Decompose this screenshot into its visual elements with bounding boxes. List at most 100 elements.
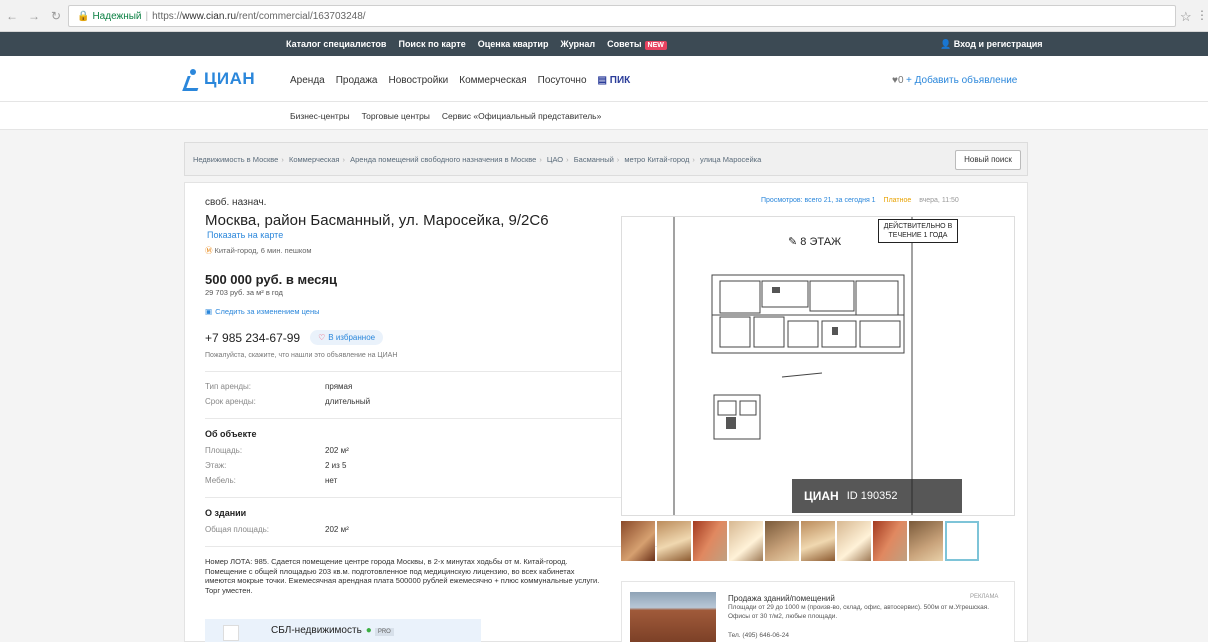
prop-value: 202 м² <box>325 446 349 455</box>
metro-label[interactable]: Китай-город, 6 мин. пешком <box>215 246 312 255</box>
views-stats[interactable]: Просмотров: всего 21, за сегодня 1 <box>761 197 876 204</box>
breadcrumb-item[interactable]: Коммерческая <box>289 155 340 164</box>
nav-pik[interactable]: ▤ ПИК <box>598 75 631 86</box>
breadcrumb-item[interactable]: Недвижимость в Москве <box>193 155 278 164</box>
breadcrumb-separator: › <box>692 155 695 164</box>
advertisement[interactable]: Продажа зданий/помещений Площади от 29 д… <box>621 581 1015 642</box>
prop-row: Тип аренды: прямая <box>205 382 605 391</box>
prop-value: 202 м² <box>325 525 349 534</box>
prop-row: Площадь: 202 м² <box>205 446 605 455</box>
prop-value: прямая <box>325 382 353 391</box>
photo-thumbnail-active[interactable] <box>945 521 979 561</box>
photo-thumbnail[interactable] <box>837 521 871 561</box>
cian-logo[interactable]: ЦИАН <box>184 69 255 89</box>
main-photo-floorplan[interactable]: ✎ 8 ЭТАЖ ДЕЙСТВИТЕЛЬНО В ТЕЧЕНИЕ 1 ГОДА … <box>621 216 1015 516</box>
reload-icon[interactable]: ↻ <box>50 9 62 23</box>
top-link-valuation[interactable]: Оценка квартир <box>478 39 549 49</box>
address-separator: | <box>145 11 149 22</box>
nav-commercial[interactable]: Коммерческая <box>459 75 526 86</box>
lock-icon: 🔒 <box>77 11 90 22</box>
sub-nav: Бизнес-центры Торговые центры Сервис «Оф… <box>0 102 1208 130</box>
object-section-title: Об объекте <box>205 429 257 439</box>
address-bar[interactable]: 🔒 Надежный | https://www.cian.ru/rent/comme… <box>68 5 1176 27</box>
prop-key: Мебель: <box>205 476 236 485</box>
prop-value: длительный <box>325 397 371 406</box>
ad-image <box>630 592 716 642</box>
cian-watermark: ЦИАН ID 190352 <box>792 479 962 513</box>
ad-phone: Тел. (495) 646-06-24 <box>728 632 790 639</box>
photo-thumbnail[interactable] <box>729 521 763 561</box>
divider <box>205 418 675 419</box>
validity-note: ДЕЙСТВИТЕЛЬНО В ТЕЧЕНИЕ 1 ГОДА <box>878 219 958 243</box>
nav-rent[interactable]: Аренда <box>290 75 325 86</box>
metro-info: Ⓜ Китай-город, 6 мин. пешком <box>205 245 605 256</box>
nav-new-buildings[interactable]: Новостройки <box>388 75 448 86</box>
sub-nav-official-rep[interactable]: Сервис «Официальный представитель» <box>442 111 601 121</box>
breadcrumb-item[interactable]: улица Маросейка <box>700 155 761 164</box>
login-label: Вход и регистрация <box>953 39 1043 49</box>
divider <box>205 371 675 372</box>
paid-badge: Платное <box>883 197 912 204</box>
photo-thumbnail[interactable] <box>765 521 799 561</box>
price-per-m2: 29 703 руб. за м² в год <box>205 288 283 297</box>
bookmark-star-icon[interactable]: ☆ <box>1180 9 1192 25</box>
prop-key: Общая площадь: <box>205 525 270 534</box>
breadcrumb-item[interactable]: Аренда помещений свободного назначения в… <box>350 155 536 164</box>
agent-card[interactable]: СБЛ-недвижимость ● PRO <box>205 619 481 642</box>
top-links: Каталог специалистов Поиск по карте Оцен… <box>286 39 667 50</box>
prop-row: Срок аренды: длительный <box>205 397 605 406</box>
prop-row: Общая площадь: 202 м² <box>205 525 605 534</box>
offer-address: Москва, район Басманный, ул. Маросейка, … <box>205 212 549 229</box>
track-price-label: Следить за изменением цены <box>215 307 320 316</box>
offer-date: вчера, 11:50 <box>919 197 959 204</box>
offer-description: Номер ЛОТА: 985. Сдается помещение центр… <box>205 557 600 595</box>
photo-thumbnail[interactable] <box>657 521 691 561</box>
track-price-link[interactable]: ▣ Следить за изменением цены <box>205 307 605 316</box>
prop-key: Тип аренды: <box>205 382 251 391</box>
photo-thumbnail[interactable] <box>873 521 907 561</box>
offer-type: своб. назнач. <box>205 197 267 208</box>
breadcrumb-item[interactable]: Басманный <box>574 155 614 164</box>
sub-nav-links: Бизнес-центры Торговые центры Сервис «Оф… <box>290 111 601 121</box>
breadcrumb-separator: › <box>281 155 284 164</box>
prop-key: Этаж: <box>205 461 227 470</box>
prop-value: нет <box>325 476 338 485</box>
favorites-counter[interactable]: ♥0 <box>892 75 904 86</box>
pro-badge: PRO <box>374 628 394 636</box>
top-link-catalog[interactable]: Каталог специалистов <box>286 39 386 49</box>
floor-label-text: 8 ЭТАЖ <box>800 236 842 248</box>
cian-logo-text: ЦИАН <box>204 69 256 88</box>
browser-menu-icon[interactable]: ⋮ <box>1196 8 1208 22</box>
add-listing-link[interactable]: + Добавить объявление <box>906 75 1017 86</box>
photo-thumbnail[interactable] <box>801 521 835 561</box>
heart-icon: ♡ <box>318 333 326 342</box>
nav-sale[interactable]: Продажа <box>336 75 378 86</box>
nav-daily[interactable]: Посуточно <box>538 75 587 86</box>
watermark-id: ID 190352 <box>846 490 898 502</box>
ad-label: РЕКЛАМА <box>970 594 999 600</box>
add-to-favorites-button[interactable]: ♡ В избранное <box>310 330 384 345</box>
url-path: /rent/commercial/163703248/ <box>236 11 366 22</box>
camera-icon: ▣ <box>205 307 213 316</box>
breadcrumb-item[interactable]: ЦАО <box>547 155 563 164</box>
breadcrumb-item[interactable]: метро Китай-город <box>624 155 689 164</box>
new-search-button[interactable]: Новый поиск <box>955 150 1021 170</box>
photo-thumbnail[interactable] <box>909 521 943 561</box>
metro-icon: Ⓜ <box>205 246 213 255</box>
photo-thumbnail[interactable] <box>621 521 655 561</box>
login-link[interactable]: 👤 Вход и регистрация <box>940 39 1043 50</box>
phone-number[interactable]: +7 985 234-67-99 <box>205 331 300 345</box>
forward-icon[interactable]: → <box>28 9 40 23</box>
show-on-map-link[interactable]: Показать на карте <box>207 230 605 240</box>
sub-nav-malls[interactable]: Торговые центры <box>362 111 430 121</box>
url-prefix: https:// <box>152 11 183 22</box>
top-link-map-search[interactable]: Поиск по карте <box>398 39 465 49</box>
photo-thumbnail[interactable] <box>693 521 727 561</box>
sub-nav-business-centers[interactable]: Бизнес-центры <box>290 111 350 121</box>
back-icon[interactable]: ← <box>6 9 18 23</box>
new-badge: NEW <box>644 41 667 50</box>
top-link-tips[interactable]: Советы NEW <box>607 39 667 50</box>
main-nav: Аренда Продажа Новостройки Коммерческая … <box>290 75 630 86</box>
top-link-journal[interactable]: Журнал <box>560 39 595 49</box>
prop-key: Площадь: <box>205 446 243 455</box>
